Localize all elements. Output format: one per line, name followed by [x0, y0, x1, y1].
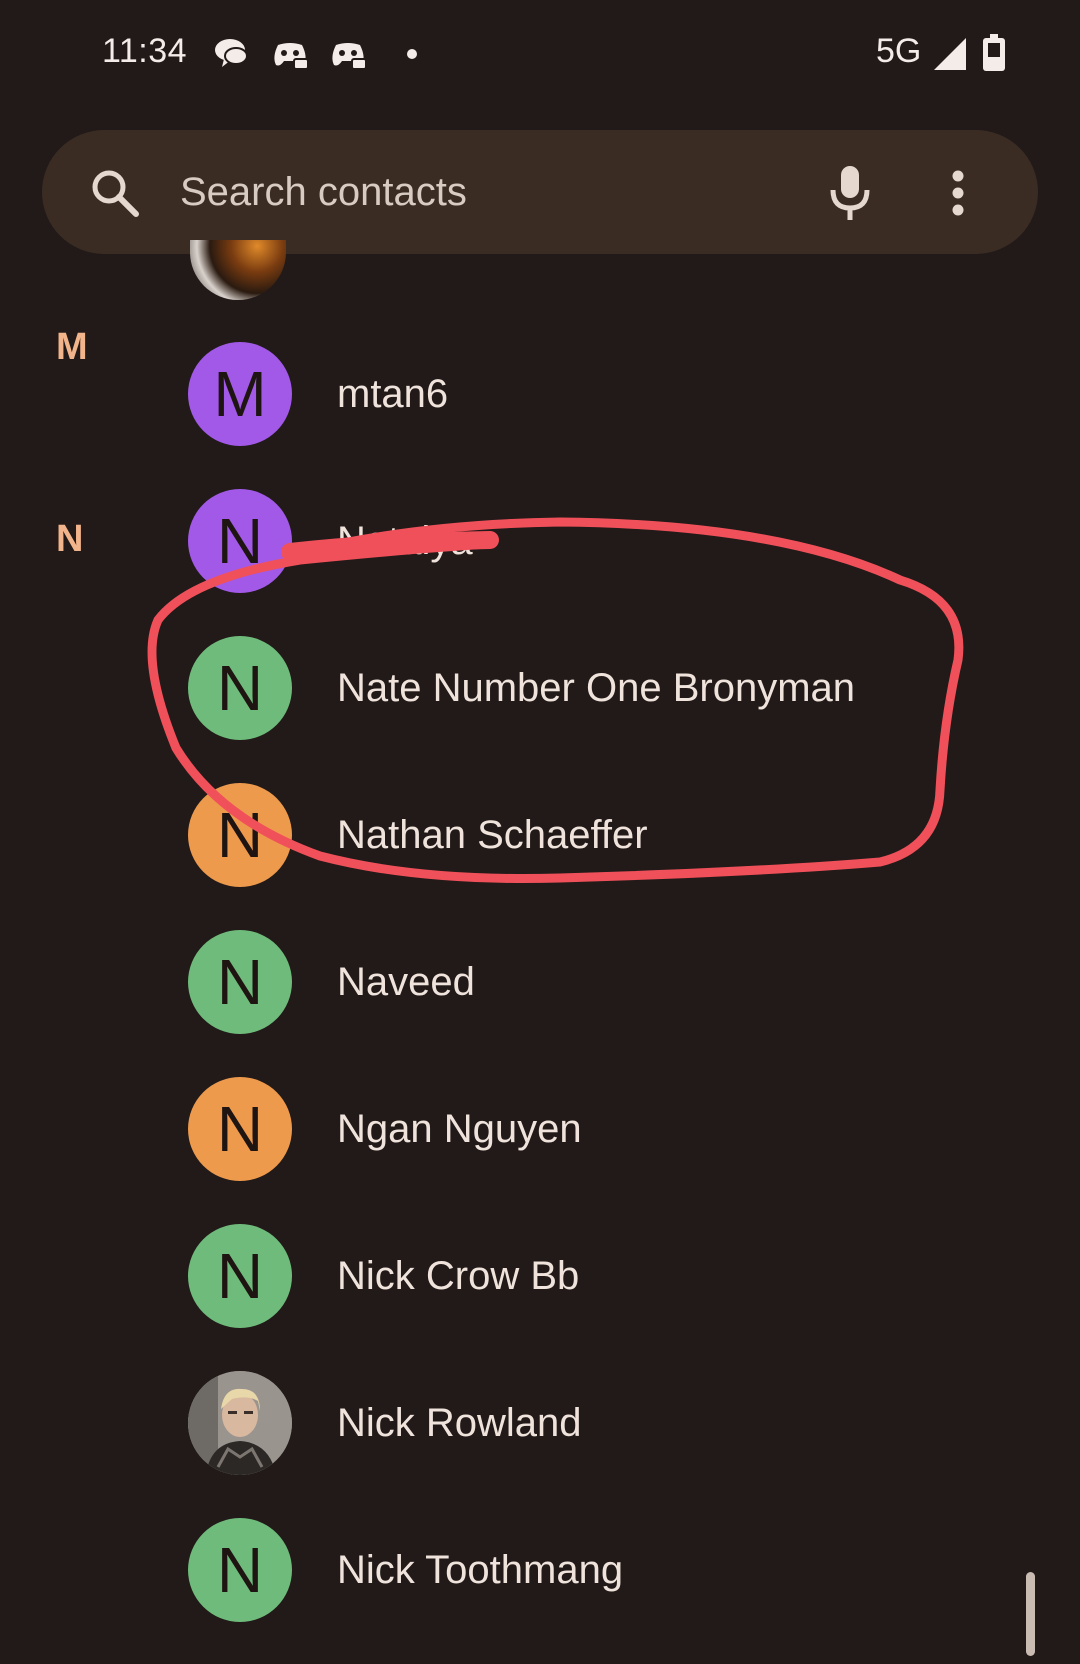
contact-avatar: N	[188, 1224, 292, 1328]
contact-row[interactable]: N Ngan Nguyen	[180, 1067, 1000, 1187]
chat-bubbles-icon	[214, 37, 250, 76]
contact-name: Nathan Schaeffer	[337, 813, 648, 857]
gamepad-icon	[272, 39, 309, 74]
contact-name: Nate Number One Bronyman	[337, 666, 856, 710]
battery-icon	[982, 34, 1006, 77]
contact-avatar: N	[188, 1077, 292, 1181]
contact-avatar: N	[188, 489, 292, 593]
scrollbar-thumb[interactable]	[1026, 1572, 1035, 1656]
partial-contact-photo[interactable]	[190, 240, 286, 300]
microphone-icon[interactable]	[828, 164, 872, 227]
contact-name: Naveed	[337, 960, 475, 1004]
contact-name: Nick Crow Bb	[337, 1254, 580, 1298]
network-type: 5G	[876, 32, 922, 70]
contact-row[interactable]: N Nick Toothmang	[180, 1508, 1000, 1628]
gamepad-icon	[330, 39, 367, 74]
contact-name: mtan6	[337, 372, 449, 416]
dot-icon	[388, 44, 424, 69]
signal-icon	[932, 36, 968, 77]
contact-name: Natalya	[337, 519, 473, 563]
contact-row[interactable]: Nick Rowland	[180, 1361, 1000, 1481]
section-letter-m: M	[56, 326, 88, 368]
contact-row[interactable]: N Nathan Schaeffer	[180, 773, 1000, 893]
contact-photo	[188, 1371, 292, 1475]
contact-avatar: N	[188, 636, 292, 740]
contact-row[interactable]: M mtan6	[180, 332, 1000, 452]
search-input[interactable]	[180, 164, 700, 220]
contact-avatar: N	[188, 1518, 292, 1622]
contact-name: Nick Toothmang	[337, 1548, 624, 1592]
contact-avatar: M	[188, 342, 292, 446]
contact-row[interactable]: N Natalya	[180, 479, 1000, 599]
search-bar[interactable]	[42, 130, 1038, 254]
more-options-icon[interactable]	[948, 168, 968, 223]
section-letter-n: N	[56, 518, 84, 560]
contact-name: Ngan Nguyen	[337, 1107, 582, 1151]
search-icon[interactable]	[90, 168, 140, 223]
status-bar: 11:34 5G	[0, 0, 1080, 110]
contact-row[interactable]: N Naveed	[180, 920, 1000, 1040]
notification-icons	[214, 36, 424, 76]
contact-row[interactable]: N Nate Number One Bronyman	[180, 626, 1000, 746]
contact-name: Nick Rowland	[337, 1401, 582, 1445]
contact-row[interactable]: N Nick Crow Bb	[180, 1214, 1000, 1334]
contact-avatar: N	[188, 783, 292, 887]
contact-avatar: N	[188, 930, 292, 1034]
status-time: 11:34	[102, 32, 188, 70]
